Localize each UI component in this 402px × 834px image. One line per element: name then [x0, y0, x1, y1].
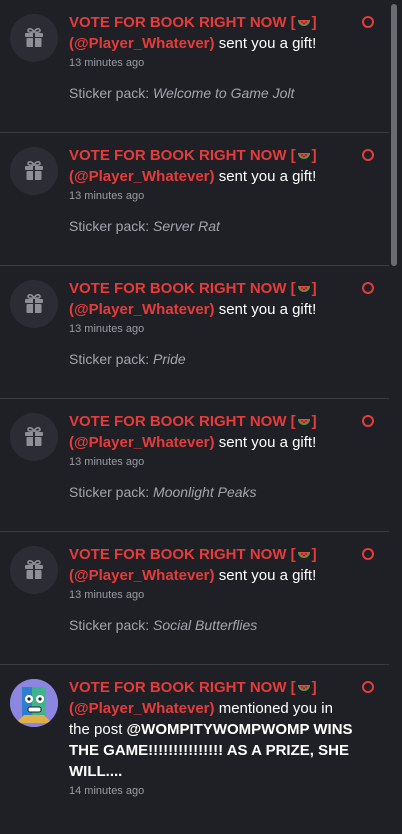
gift-icon	[25, 161, 43, 180]
notification-item[interactable]: VOTE FOR BOOK RIGHT NOW [] (@Player_What…	[0, 266, 389, 399]
unread-indicator-icon[interactable]	[362, 16, 374, 28]
gift-avatar	[10, 546, 58, 594]
character-avatar-icon	[10, 679, 58, 727]
gift-avatar	[10, 14, 58, 62]
unread-indicator-icon[interactable]	[362, 681, 374, 693]
gift-avatar	[10, 413, 58, 461]
unread-indicator-icon[interactable]	[362, 415, 374, 427]
timestamp: 13 minutes ago	[69, 589, 145, 601]
notification-title: VOTE FOR BOOK RIGHT NOW []	[69, 14, 317, 31]
watermelon-icon	[297, 413, 311, 427]
notification-detail: Sticker pack: Welcome to Game Jolt	[69, 85, 295, 101]
notification-body: VOTE FOR BOOK RIGHT NOW [] (@Player_What…	[69, 677, 381, 799]
notification-title: VOTE FOR BOOK RIGHT NOW []	[69, 147, 317, 164]
user-link[interactable]: (@Player_Whatever)	[69, 700, 215, 717]
notification-item[interactable]: VOTE FOR BOOK RIGHT NOW [] (@Player_What…	[0, 133, 389, 266]
gift-avatar	[10, 147, 58, 195]
unread-indicator-icon[interactable]	[362, 548, 374, 560]
notification-title: VOTE FOR BOOK RIGHT NOW []	[69, 679, 317, 696]
watermelon-icon	[297, 14, 311, 28]
gift-icon	[25, 560, 43, 579]
notification-detail: Sticker pack: Server Rat	[69, 218, 220, 234]
user-link[interactable]: (@Player_Whatever)	[69, 434, 215, 451]
user-link[interactable]: (@Player_Whatever)	[69, 35, 215, 52]
notification-body: VOTE FOR BOOK RIGHT NOW [] (@Player_What…	[69, 145, 381, 235]
notification-body: VOTE FOR BOOK RIGHT NOW [] (@Player_What…	[69, 544, 381, 634]
scrollbar-thumb[interactable]	[391, 4, 397, 266]
watermelon-icon	[297, 546, 311, 560]
watermelon-icon	[297, 147, 311, 161]
notification-item[interactable]: VOTE FOR BOOK RIGHT NOW [] (@Player_What…	[0, 0, 389, 133]
watermelon-icon	[297, 280, 311, 294]
gift-avatar	[10, 280, 58, 328]
notification-body: VOTE FOR BOOK RIGHT NOW [] (@Player_What…	[69, 411, 381, 501]
timestamp: 13 minutes ago	[69, 456, 145, 468]
user-link[interactable]: (@Player_Whatever)	[69, 567, 215, 584]
timestamp: 14 minutes ago	[69, 785, 145, 797]
mention-notification-item[interactable]: VOTE FOR BOOK RIGHT NOW [] (@Player_What…	[0, 665, 389, 834]
unread-indicator-icon[interactable]	[362, 149, 374, 161]
user-link[interactable]: (@Player_Whatever)	[69, 168, 215, 185]
gift-icon	[25, 28, 43, 47]
user-link[interactable]: (@Player_Whatever)	[69, 301, 215, 318]
notification-list: VOTE FOR BOOK RIGHT NOW [] (@Player_What…	[0, 0, 389, 834]
timestamp: 13 minutes ago	[69, 190, 145, 202]
watermelon-icon	[297, 679, 311, 693]
unread-indicator-icon[interactable]	[362, 282, 374, 294]
notification-title: VOTE FOR BOOK RIGHT NOW []	[69, 280, 317, 297]
gift-icon	[25, 294, 43, 313]
notification-title: VOTE FOR BOOK RIGHT NOW []	[69, 546, 317, 563]
notification-detail: Sticker pack: Social Butterflies	[69, 617, 258, 633]
notification-title: VOTE FOR BOOK RIGHT NOW []	[69, 413, 317, 430]
gift-icon	[25, 427, 43, 446]
timestamp: 13 minutes ago	[69, 57, 145, 69]
notification-detail: Sticker pack: Moonlight Peaks	[69, 484, 257, 500]
user-avatar[interactable]	[10, 679, 58, 727]
notification-item[interactable]: VOTE FOR BOOK RIGHT NOW [] (@Player_What…	[0, 532, 389, 665]
timestamp: 13 minutes ago	[69, 323, 145, 335]
notification-item[interactable]: VOTE FOR BOOK RIGHT NOW [] (@Player_What…	[0, 399, 389, 532]
notification-detail: Sticker pack: Pride	[69, 351, 186, 367]
notification-body: VOTE FOR BOOK RIGHT NOW [] (@Player_What…	[69, 12, 381, 102]
notification-body: VOTE FOR BOOK RIGHT NOW [] (@Player_What…	[69, 278, 381, 368]
scrollbar-track[interactable]	[389, 0, 402, 834]
